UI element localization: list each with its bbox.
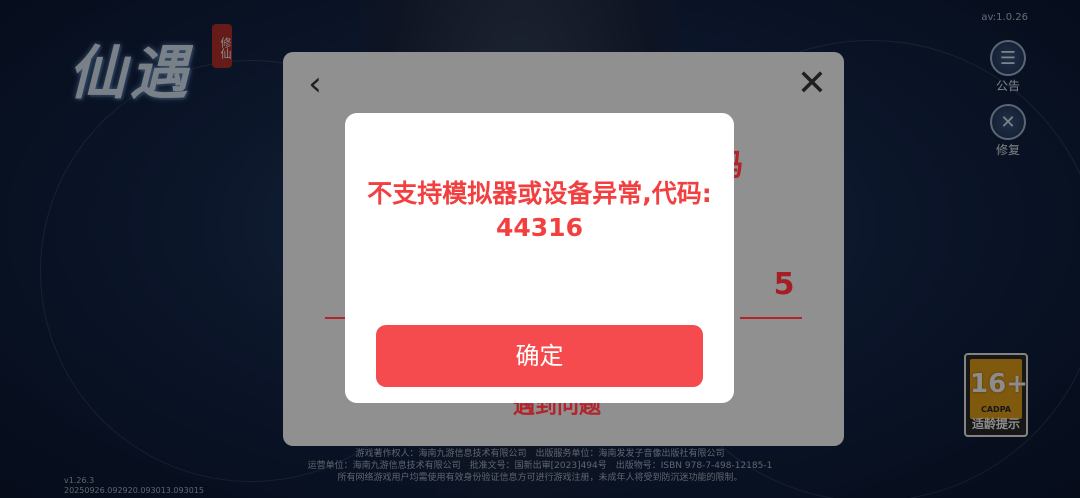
error-alert: 不支持模拟器或设备异常,代码: 44316 确定 [345, 113, 734, 403]
game-login-screen: 仙遇 修仙 av:1.0.26 ☰ 公告 ✕ 修复 16+ CADPA 适龄提示… [0, 0, 1080, 498]
code-input-underline [740, 317, 802, 319]
back-button[interactable]: ‹ [295, 64, 335, 104]
chevron-left-icon: ‹ [308, 64, 322, 104]
confirm-button[interactable]: 确定 [376, 325, 703, 387]
close-button[interactable]: ✕ [792, 64, 832, 104]
error-message: 不支持模拟器或设备异常,代码: [367, 179, 712, 208]
code-digit[interactable]: 5 [753, 267, 815, 302]
code-input-underline [325, 317, 347, 319]
error-code: 44316 [496, 213, 583, 242]
close-icon: ✕ [796, 63, 828, 104]
